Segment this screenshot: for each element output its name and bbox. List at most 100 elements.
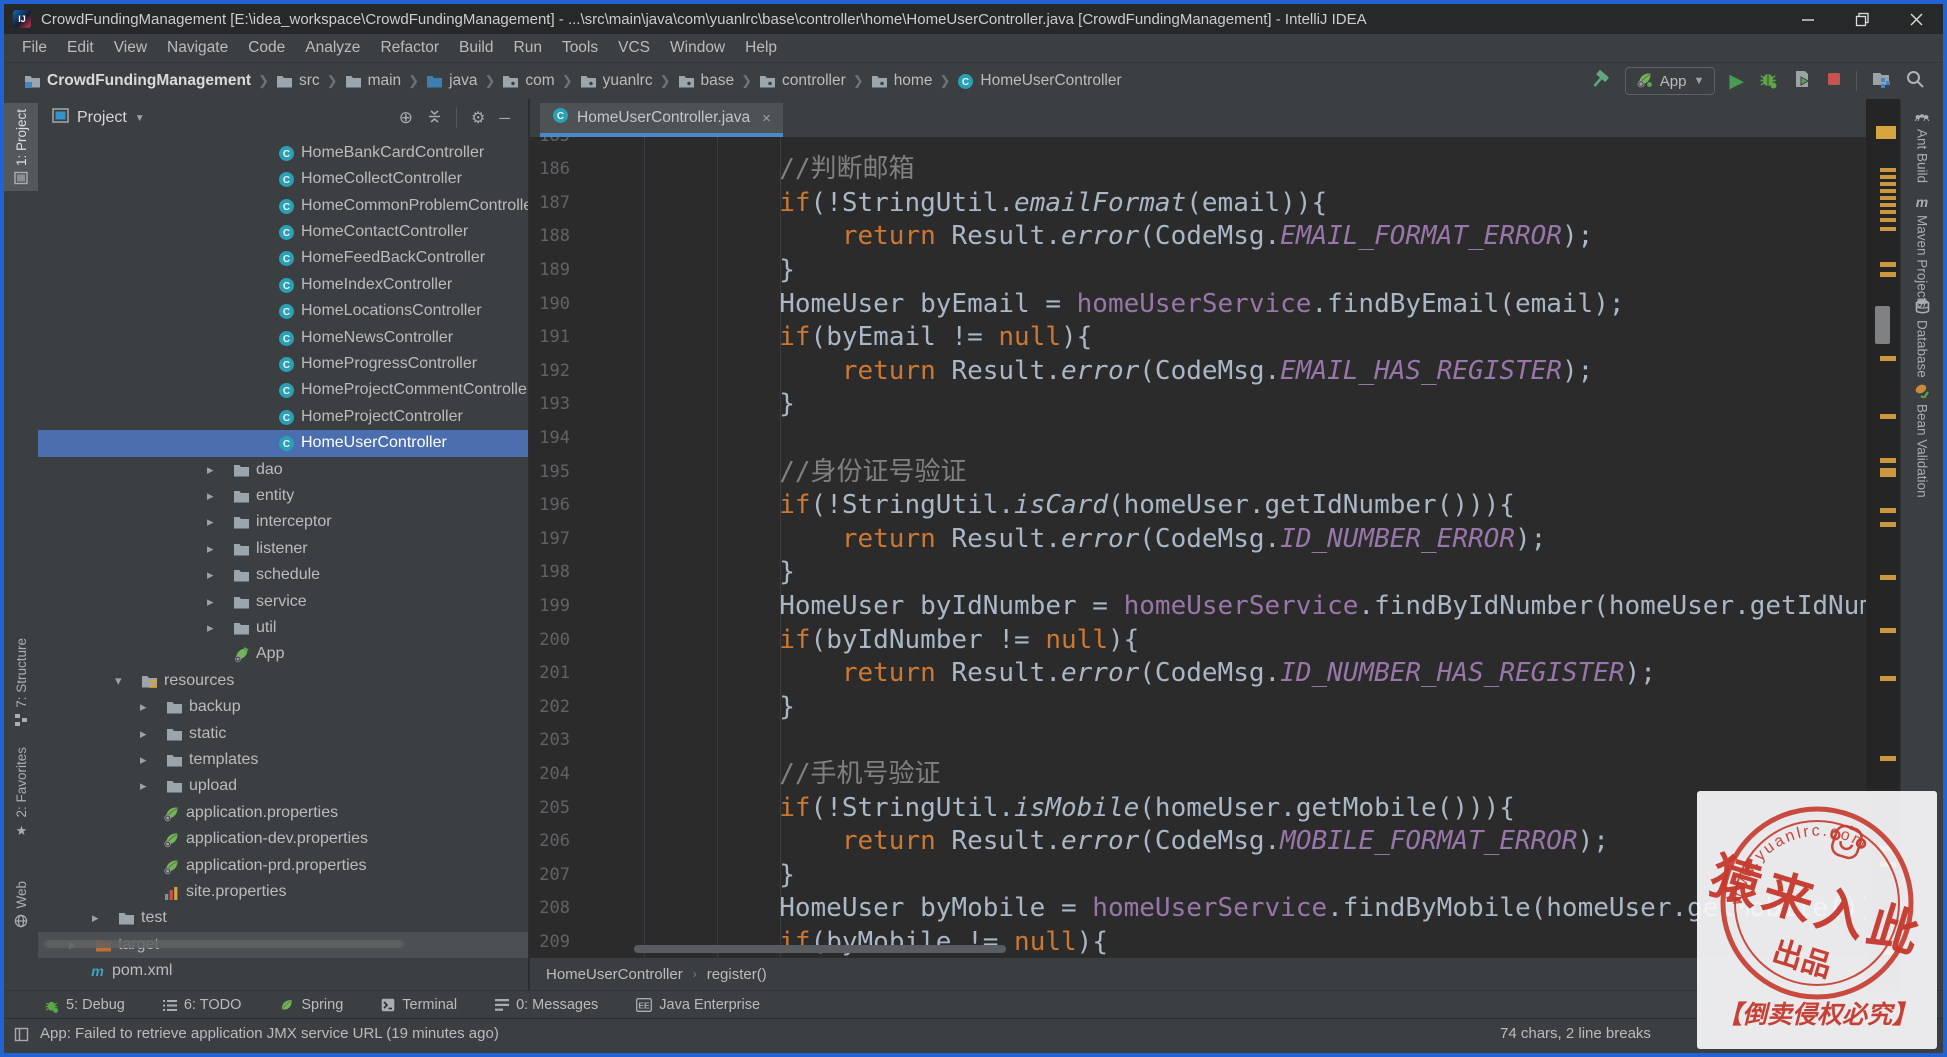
tree-row[interactable]: ▸ schedule	[38, 562, 528, 588]
project-panel-title[interactable]: Project	[77, 109, 127, 127]
tree-row[interactable]: C HomeProgressController	[38, 351, 528, 377]
tree-row[interactable]: C HomeCommonProblemController	[38, 193, 528, 219]
tree-row[interactable]: App	[38, 641, 528, 667]
tree-row[interactable]: site.properties	[38, 879, 528, 905]
breadcrumb-item-main[interactable]: main	[345, 72, 401, 90]
menu-build[interactable]: Build	[449, 39, 503, 57]
status-message[interactable]: App: Failed to retrieve application JMX …	[40, 1019, 499, 1049]
hide-panel-icon[interactable]: ─	[499, 110, 510, 127]
close-button[interactable]	[1889, 4, 1943, 34]
run-with-coverage-button[interactable]	[1792, 69, 1812, 94]
tree-collapse-arrow-icon[interactable]: ▾	[115, 668, 122, 694]
toolwindow-button-spring[interactable]: Spring	[279, 997, 343, 1013]
run-button[interactable]: ▶	[1729, 70, 1744, 93]
tree-expand-arrow-icon[interactable]: ▸	[140, 747, 147, 773]
build-hammer-icon[interactable]	[1589, 68, 1611, 95]
tree-row[interactable]: C HomeFeedBackController	[38, 245, 528, 271]
tree-row[interactable]: ▸ util	[38, 615, 528, 641]
settings-gear-icon[interactable]: ⚙	[471, 108, 485, 128]
tree-expand-arrow-icon[interactable]: ▸	[207, 483, 214, 509]
tree-expand-arrow-icon[interactable]: ▸	[140, 773, 147, 799]
tab-close-icon[interactable]: ×	[762, 110, 771, 127]
tree-row[interactable]: C HomeIndexController	[38, 272, 528, 298]
menu-edit[interactable]: Edit	[57, 39, 104, 57]
tree-row[interactable]: C HomeUserController	[38, 430, 528, 457]
project-tree-hscrollbar[interactable]	[44, 940, 404, 948]
tree-row[interactable]: C HomeProjectCommentController	[38, 377, 528, 403]
sidebar-item-maven-projects[interactable]: m Maven Projects	[1901, 195, 1943, 308]
locate-file-icon[interactable]: ⊕	[399, 108, 413, 128]
tree-row[interactable]: C HomeCollectController	[38, 166, 528, 192]
editor-hscrollbar[interactable]	[634, 945, 1006, 953]
tree-expand-arrow-icon[interactable]: ▸	[92, 905, 99, 931]
sidebar-item-2-favorites[interactable]: 2: Favorites ★	[4, 741, 38, 843]
toolwindow-button-5-debug[interactable]: 5: Debug	[44, 997, 125, 1013]
breadcrumb-class[interactable]: HomeUserController	[546, 966, 683, 983]
sidebar-item-web[interactable]: Web	[4, 875, 38, 934]
breadcrumb-item-homeusercontroller[interactable]: C HomeUserController	[957, 72, 1122, 90]
toolwindow-button-0-messages[interactable]: 0: Messages	[495, 997, 598, 1013]
toolwindow-button-terminal[interactable]: Terminal	[381, 997, 457, 1013]
breadcrumb-item-yuanlrc[interactable]: yuanlrc	[580, 72, 653, 90]
collapse-all-icon[interactable]	[427, 109, 442, 128]
tree-row[interactable]: ▸ static	[38, 721, 528, 747]
tree-row[interactable]: ▸ backup	[38, 694, 528, 720]
tree-row[interactable]: C HomeLocationsController	[38, 298, 528, 324]
menu-analyze[interactable]: Analyze	[295, 39, 370, 57]
menu-code[interactable]: Code	[238, 39, 295, 57]
tree-row[interactable]: ▸ listener	[38, 536, 528, 562]
scrollbar-thumb[interactable]	[1875, 306, 1890, 344]
toolwindow-button-6-todo[interactable]: 6: TODO	[162, 997, 241, 1013]
breadcrumb-item-home[interactable]: home	[871, 72, 932, 90]
project-structure-icon[interactable]	[1871, 69, 1891, 94]
sidebar-item-ant-build[interactable]: Ant Build	[1901, 109, 1943, 183]
menu-run[interactable]: Run	[504, 39, 552, 57]
tree-row[interactable]: application-prd.properties	[38, 853, 528, 879]
tree-row[interactable]: ▸ dao	[38, 457, 528, 483]
code-editor[interactable]: 185186 //判断邮箱187 if(!StringUtil.emailFor…	[530, 137, 1866, 958]
tree-row[interactable]: C HomeNewsController	[38, 325, 528, 351]
tree-expand-arrow-icon[interactable]: ▸	[207, 589, 214, 615]
minimize-button[interactable]	[1781, 4, 1835, 34]
restore-button[interactable]	[1835, 4, 1889, 34]
sidebar-item-7-structure[interactable]: 7: Structure	[4, 632, 38, 733]
tree-row[interactable]: ▸ interceptor	[38, 509, 528, 535]
tree-row[interactable]: ▸ test	[38, 905, 528, 931]
breadcrumb-item-base[interactable]: base	[678, 72, 734, 90]
tab-homeusercontroller[interactable]: C HomeUserController.java ×	[540, 103, 783, 137]
tree-expand-arrow-icon[interactable]: ▸	[207, 457, 214, 483]
toolwindow-button-java-enterprise[interactable]: EE Java Enterprise	[636, 997, 760, 1013]
chevron-down-icon[interactable]: ▼	[135, 113, 145, 124]
sidebar-item-database[interactable]: Database	[1901, 299, 1943, 378]
menu-view[interactable]: View	[104, 39, 157, 57]
tree-row[interactable]: ▸ templates	[38, 747, 528, 773]
debug-button[interactable]	[1758, 69, 1778, 94]
tree-row[interactable]: ▸ upload	[38, 773, 528, 799]
sidebar-item-1-project[interactable]: 1: Project	[4, 103, 38, 192]
breadcrumb-item-src[interactable]: src	[276, 72, 320, 90]
menu-navigate[interactable]: Navigate	[157, 39, 238, 57]
tree-expand-arrow-icon[interactable]: ▸	[140, 721, 147, 747]
tree-expand-arrow-icon[interactable]: ▸	[140, 694, 147, 720]
tree-row[interactable]: ▾ resources	[38, 668, 528, 694]
sidebar-item-bean-validation[interactable]: Bean Validation	[1901, 383, 1943, 498]
menu-refactor[interactable]: Refactor	[370, 39, 449, 57]
tool-window-switcher-icon[interactable]	[14, 1027, 29, 1046]
menu-vcs[interactable]: VCS	[608, 39, 660, 57]
tree-expand-arrow-icon[interactable]: ▸	[207, 509, 214, 535]
run-configuration-select[interactable]: App ▼	[1624, 67, 1716, 95]
tree-row[interactable]: C HomeBankCardController	[38, 140, 528, 166]
tree-row[interactable]: C HomeContactController	[38, 219, 528, 245]
tree-row[interactable]: application.properties	[38, 800, 528, 826]
breadcrumb-item-controller[interactable]: controller	[759, 72, 846, 90]
menu-tools[interactable]: Tools	[552, 39, 608, 57]
stop-button[interactable]	[1826, 71, 1842, 92]
breadcrumb-item-crowdfundingmanagement[interactable]: CrowdFundingManagement	[24, 72, 251, 90]
menu-window[interactable]: Window	[660, 39, 735, 57]
menu-file[interactable]: File	[12, 39, 57, 57]
tree-row[interactable]: ▸ entity	[38, 483, 528, 509]
tree-row[interactable]: ▸ service	[38, 589, 528, 615]
breadcrumb-item-java[interactable]: java	[426, 72, 478, 90]
tree-expand-arrow-icon[interactable]: ▸	[207, 536, 214, 562]
breadcrumb-item-com[interactable]: com	[502, 72, 555, 90]
